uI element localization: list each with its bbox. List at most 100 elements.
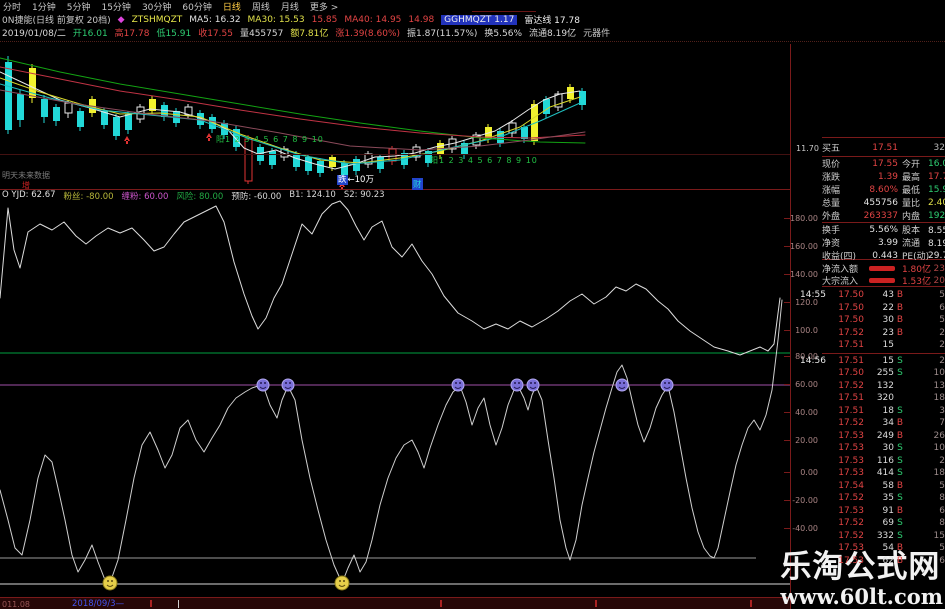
tick-row: 17.53 91 B 6 (800, 505, 945, 517)
tick-side: B (896, 505, 904, 516)
candle-body (77, 111, 84, 127)
candle-body (521, 127, 528, 139)
quote-row-涨跌: 涨跌 1.39 最高 17.78 (822, 170, 945, 184)
tick-volume: 34 (882, 418, 894, 428)
tick-volume: 320 (876, 393, 894, 403)
tick-row: 17.50 255 S 10 (800, 367, 945, 379)
tick-volume: 414 (876, 468, 894, 478)
tick-time: 14:55 (800, 290, 826, 300)
quote-value-2: 32 (933, 142, 945, 153)
quote-label: 总量 (822, 199, 841, 209)
tick-volume: 58 (882, 480, 894, 491)
tick-extra: 6 (939, 505, 945, 516)
time-axis-bar: 011.08 2018/09/3— (0, 597, 790, 609)
quote-row-净资: 净资 3.99 流通 8.19亿 (822, 236, 945, 250)
indicator-header-token-6: S2: 90.23 (343, 190, 385, 200)
tick-side: B (896, 418, 904, 428)
tick-extra: 7 (939, 418, 945, 428)
tick-price: 17.50 (838, 302, 864, 313)
tick-extra: 26 (933, 430, 945, 441)
indicator-fast-curve (0, 200, 781, 356)
tick-extra: 18 (933, 393, 945, 403)
indicator-header-token-0: O YJD: 62.67 (2, 190, 56, 200)
quote-value: 1.39 (877, 171, 898, 182)
tick-row: 14:55 17.50 43 B 5 (800, 289, 945, 301)
tick-volume: 18 (882, 405, 894, 416)
tick-row: 17.53 54 B 5 (800, 542, 945, 554)
tick-row: 17.50 30 B 5 (800, 314, 945, 326)
purple-smiley-eye (664, 382, 666, 384)
quote-value: 17.51 (872, 142, 898, 153)
cai-tag: 财 (412, 178, 423, 190)
flow-extra: 23 (933, 263, 945, 274)
candle-body (353, 159, 360, 171)
tick-price: 17.51 (838, 405, 864, 416)
purple-smiley-marker (615, 378, 629, 392)
drop-tag: 跌 (337, 175, 348, 185)
tick-row: 17.50 22 B 6 (800, 302, 945, 314)
tick-extra: 3 (939, 405, 945, 416)
flow-bar-icon (869, 266, 895, 271)
tick-side: B (896, 555, 904, 566)
quote-label: 收益(四) (822, 252, 857, 262)
tick-row: 17.52 69 S 8 (800, 517, 945, 529)
tick-side: S (897, 455, 903, 466)
tick-price: 17.53 (838, 505, 864, 516)
tick-side: B (896, 543, 904, 553)
axis-red-tick (440, 600, 442, 607)
tick-side: B (896, 290, 904, 300)
purple-smiley-eye (534, 382, 536, 384)
sidebar-separator (822, 137, 945, 138)
quote-label: 外盘 (822, 212, 841, 222)
tick-price: 17.53 (838, 543, 864, 553)
yellow-smiley-eye (111, 580, 113, 582)
purple-smiley-marker (451, 378, 465, 392)
quote-value-2: 2.40 (928, 197, 945, 208)
tick-side: B (896, 430, 904, 441)
trading-app-window: 分时 1分钟 5分钟 15分钟 30分钟 60分钟 日线 周线 月线 更多 > 0N捷能(日线 前… (0, 0, 945, 609)
yellow-smiley-eye (339, 580, 341, 582)
quote-value-2: 8.55亿 (928, 226, 945, 236)
quote-label-2: 内盘 (902, 212, 921, 222)
quote-label: 换手 (822, 226, 841, 236)
quote-row-涨幅: 涨幅 8.60% 最低 15.91 (822, 183, 945, 197)
tick-price: 17.53 (838, 455, 864, 466)
tick-price: 17.52 (838, 418, 864, 428)
tick-extra: 2 (939, 355, 945, 366)
yellow-smiley-eye (107, 580, 109, 582)
tick-extra: 13 (933, 380, 945, 391)
quote-value-2: 17.78 (928, 171, 945, 182)
tick-price: 17.51 (838, 340, 864, 350)
axis-red-tick (595, 600, 597, 607)
quote-value: 0.443 (872, 250, 898, 261)
buy-arrow-icon (206, 133, 212, 141)
main-chart-canvas[interactable] (0, 0, 790, 609)
candle-body (64, 102, 73, 114)
candle-body (305, 157, 312, 171)
watermark-url: www.60lt.com (780, 584, 943, 609)
tick-extra: 5 (939, 315, 945, 325)
tick-row: 17.53 249 B 26 (800, 430, 945, 442)
quote-label-2: PE(动) (902, 252, 930, 262)
tick-extra: 18 (933, 468, 945, 478)
indicator-slow-curve (0, 299, 783, 584)
axis-red-tick (150, 600, 152, 607)
quote-value: 5.56% (869, 224, 898, 235)
quote-value-2: 8.19亿 (928, 239, 945, 249)
yellow-smiley-marker (334, 575, 350, 591)
quote-value-2: 29.7 (928, 250, 945, 261)
candle-body (317, 161, 324, 173)
flow-extra: 20 (933, 275, 945, 286)
tick-volume: 43 (882, 290, 894, 300)
tick-extra: 8 (939, 518, 945, 528)
quote-label-2: 最低 (902, 186, 921, 196)
tick-row: 17.52 332 S 15 (800, 530, 945, 542)
purple-smiley-marker (510, 378, 524, 392)
quote-label-2: 量比 (902, 199, 921, 209)
tick-volume: 30 (882, 443, 894, 453)
tick-volume: 116 (876, 455, 894, 466)
yang-count-sequence-2: 阳1 2 3 4 5 6 7 8 9 10 (430, 156, 538, 165)
axis-white-tick (178, 600, 179, 608)
tick-row: 14:56 17.51 15 S 2 (800, 355, 945, 367)
tick-volume: 91 (882, 505, 894, 516)
